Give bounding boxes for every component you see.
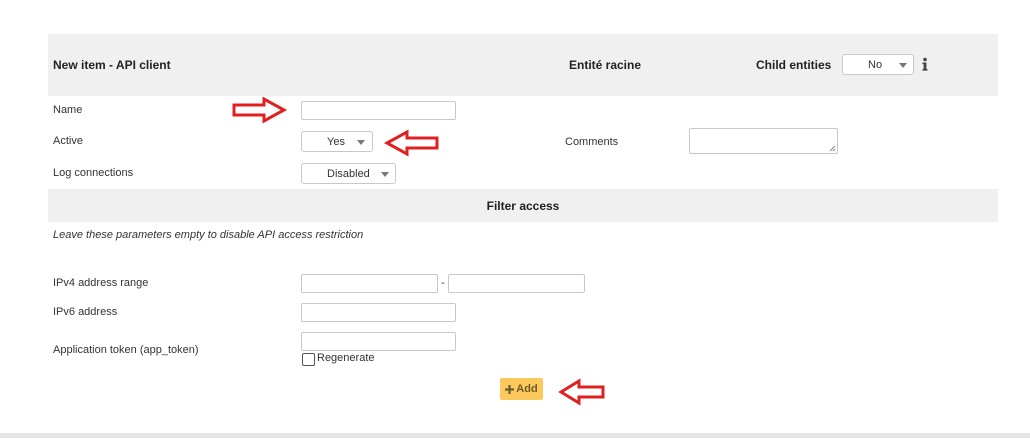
child-entities-select[interactable]: No xyxy=(842,54,914,75)
red-arrow-icon xyxy=(232,96,288,124)
active-value: Yes xyxy=(327,136,345,148)
filter-access-title: Filter access xyxy=(486,199,560,213)
log-connections-label: Log connections xyxy=(53,167,134,179)
child-entities-label: Child entities xyxy=(756,58,832,72)
active-select[interactable]: Yes xyxy=(301,131,373,152)
add-button-label: Add xyxy=(516,383,538,395)
red-arrow-icon xyxy=(558,378,605,406)
name-label: Name xyxy=(53,104,83,116)
ipv4-range-separator: - xyxy=(441,277,445,289)
ipv4-range-label: IPv4 address range xyxy=(53,277,149,289)
app-token-label: Application token (app_token) xyxy=(53,344,199,356)
log-connections-value: Disabled xyxy=(327,168,370,180)
ipv6-label: IPv6 address xyxy=(53,306,118,318)
chevron-down-icon xyxy=(357,140,365,145)
regenerate-checkbox[interactable] xyxy=(302,353,315,366)
page-title: New item - API client xyxy=(53,58,171,72)
name-input[interactable] xyxy=(301,101,456,120)
plus-icon xyxy=(505,384,515,394)
app-token-input[interactable] xyxy=(301,332,456,351)
add-button[interactable]: Add xyxy=(500,378,543,400)
ipv6-input[interactable] xyxy=(301,303,456,322)
regenerate-label[interactable]: Regenerate xyxy=(317,352,375,364)
chevron-down-icon xyxy=(381,172,389,177)
resize-handle-icon[interactable] xyxy=(829,145,836,152)
active-label: Active xyxy=(53,135,83,147)
comments-label: Comments xyxy=(565,136,619,148)
ipv4-end-input[interactable] xyxy=(448,274,585,293)
child-entities-value: No xyxy=(868,59,883,71)
filter-access-note: Leave these parameters empty to disable … xyxy=(53,229,364,241)
log-connections-select[interactable]: Disabled xyxy=(301,163,396,184)
comments-textarea[interactable] xyxy=(689,128,838,154)
bottom-scroll-bar xyxy=(0,433,1030,438)
ipv4-start-input[interactable] xyxy=(301,274,438,293)
chevron-down-icon xyxy=(899,63,907,68)
info-icon[interactable] xyxy=(921,57,929,72)
entity-name: Entité racine xyxy=(569,58,642,72)
red-arrow-icon xyxy=(383,129,439,157)
